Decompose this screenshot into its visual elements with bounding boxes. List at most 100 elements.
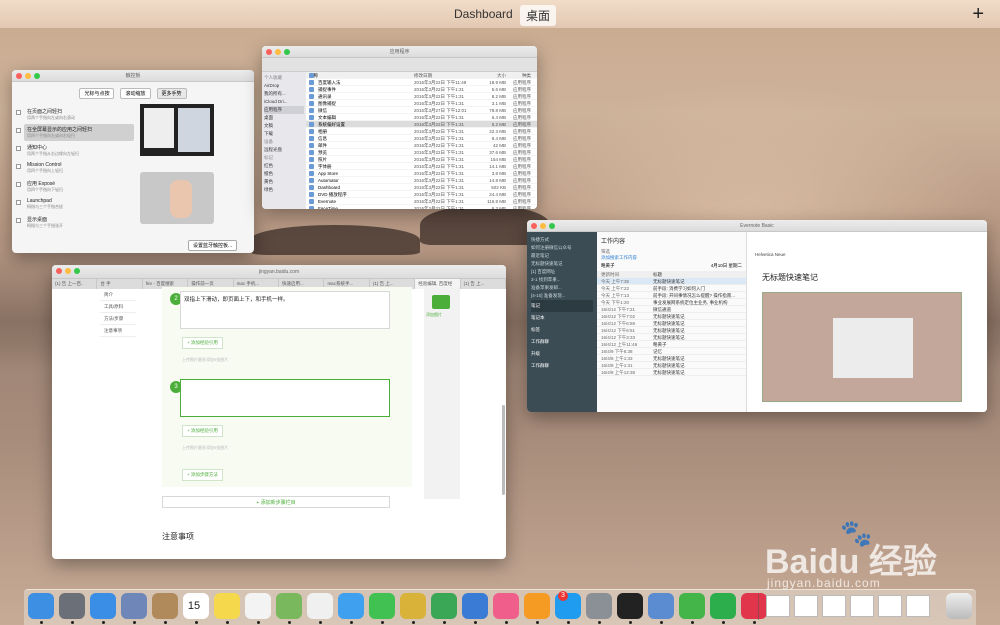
nav-item[interactable]: [1] 百度网址 — [531, 268, 593, 276]
minimized-window[interactable] — [906, 595, 930, 617]
close-icon[interactable] — [266, 49, 272, 55]
table-row[interactable]: 捕捉事件 2016年3月22日 下午1:31 5.6 MB 应用程序 — [306, 86, 537, 93]
sidebar-item-apps[interactable]: 应用程序 — [264, 106, 304, 114]
add-reference-button[interactable]: + 添加经验引用 — [182, 337, 223, 349]
notebook-name[interactable]: 工作内容 — [597, 232, 746, 249]
checkbox[interactable] — [16, 146, 21, 151]
table-row[interactable]: 字体册 2016年3月22日 下午1:31 14.1 MB 应用程序 — [306, 163, 537, 170]
setup-bluetooth-button[interactable]: 设置蓝牙触控板... — [188, 240, 238, 251]
add-reference-button[interactable]: + 添加经验引用 — [182, 425, 223, 437]
nav-item[interactable]: 准备苹果发邮... — [531, 284, 593, 292]
checkbox[interactable] — [16, 128, 21, 133]
zoom-icon[interactable] — [284, 49, 290, 55]
minimized-window[interactable] — [766, 595, 790, 617]
safari-icon[interactable] — [90, 593, 116, 619]
minimized-window[interactable] — [878, 595, 902, 617]
sidebar-tag-green[interactable]: 绿色 — [264, 186, 304, 194]
close-icon[interactable] — [56, 268, 62, 274]
sidebar-tag-orange[interactable]: 橙色 — [264, 170, 304, 178]
minimize-icon[interactable] — [65, 268, 71, 274]
table-row[interactable]: 相册 2016年3月22日 下午1:31 22.3 MB 应用程序 — [306, 128, 537, 135]
table-row[interactable]: Dashboard 2016年3月22日 下午1:31 502 KB 应用程序 — [306, 184, 537, 191]
finder-window[interactable]: 应用程序 个人收藏 AirDrop 我的所有... iCloud Dri... … — [262, 46, 537, 209]
browser-window[interactable]: jingyan.baidu.com (1) 告 上一百.. 台 手 fire - 百… — [52, 265, 506, 559]
table-row[interactable]: 系统偏好设置 2016年3月22日 下午1:31 5.2 MB 应用程序 — [306, 121, 537, 128]
maps-icon[interactable] — [276, 593, 302, 619]
sidebar-item-desktop[interactable]: 桌面 — [264, 114, 304, 122]
nav-item[interactable]: 如何注册微信公众号 — [531, 244, 593, 252]
minimized-window[interactable] — [850, 595, 874, 617]
table-row[interactable]: 照片 2016年3月22日 下午1:31 154 MB 应用程序 — [306, 156, 537, 163]
finder-icon[interactable] — [28, 593, 54, 619]
note-row[interactable]: 16/4/12 下午3:33 无标题快速笔记 — [597, 334, 746, 341]
space-desktop[interactable]: 桌面 — [520, 5, 557, 26]
sidebar-item-downloads[interactable]: 下载 — [264, 130, 304, 138]
table-row[interactable]: 预览 2016年3月22日 下午1:31 37.6 MB 应用程序 — [306, 149, 537, 156]
note-row[interactable]: 今天 上午7:22 前手段: 消费学习如何入门 — [597, 285, 746, 292]
gesture-item[interactable]: Mission Control 用四个手指向上轻扫 — [16, 160, 134, 176]
note-editor[interactable]: Helvetica Neue 无标题快速笔记 — [747, 232, 987, 412]
col-title[interactable]: 标题 — [653, 271, 746, 277]
minimize-icon[interactable] — [25, 73, 31, 79]
notes-icon[interactable] — [214, 593, 240, 619]
note-title[interactable]: 无标题快速笔记 — [762, 272, 818, 283]
col-name[interactable]: 名称 — [306, 72, 414, 78]
contacts-icon[interactable] — [152, 593, 178, 619]
trackpad-prefs-window[interactable]: 触控板 光标与点按 滚动缩放 更多手势 在页面之间轻扫 用两个手指向左或向右滚动 … — [12, 70, 254, 253]
numbers-icon[interactable] — [431, 593, 457, 619]
gesture-item[interactable]: 显示桌面 拇指与三个手指张开 — [16, 214, 134, 231]
window-controls[interactable] — [56, 268, 80, 274]
nav-item[interactable]: 最近笔记 — [531, 252, 593, 260]
nav-item[interactable]: 笔记 — [531, 300, 593, 312]
note-row[interactable]: 16/4/9 下午6:38 记忆 — [597, 348, 746, 355]
zoom-icon[interactable] — [549, 223, 555, 229]
menu-tools[interactable]: 工具/原料 — [100, 301, 136, 313]
table-row[interactable]: 邮件 2016年3月22日 下午1:31 42 MB 应用程序 — [306, 142, 537, 149]
add-list-button[interactable]: + 添加步骤方法 — [182, 469, 223, 481]
note-row[interactable]: 今天 上午7:13 前手段: 开同事情况怎么提醒? 操作指南... — [597, 292, 746, 299]
sidebar-item-documents[interactable]: 文稿 — [264, 122, 304, 130]
qq-icon[interactable] — [617, 593, 643, 619]
photo-preview-icon[interactable] — [121, 593, 147, 619]
window-controls[interactable] — [531, 223, 555, 229]
wechat-icon[interactable] — [679, 593, 705, 619]
menu-notes[interactable]: 注意事项 — [100, 325, 136, 337]
sidebar-tag-red[interactable]: 红色 — [264, 162, 304, 170]
gesture-item[interactable]: 通知中心 用两个手指从右边缘向左轻扫 — [16, 142, 134, 159]
messages-icon[interactable] — [338, 593, 364, 619]
zoom-icon[interactable] — [74, 268, 80, 274]
add-space-button[interactable]: + — [972, 3, 984, 26]
tab-point-click[interactable]: 光标与点按 — [79, 88, 115, 99]
minimized-window[interactable] — [794, 595, 818, 617]
checkbox[interactable] — [16, 164, 21, 169]
evernote-icon[interactable] — [710, 593, 736, 619]
table-row[interactable]: 百度输入法 2016年3月22日 下午11:49 18.9 MB 应用程序 — [306, 79, 537, 86]
close-icon[interactable] — [16, 73, 22, 79]
menu-intro[interactable]: 简介 — [100, 289, 136, 301]
minimize-icon[interactable] — [275, 49, 281, 55]
scrollbar[interactable] — [502, 405, 505, 495]
note-row[interactable]: 16/4/12 下午7:02 无标题快速笔记 — [597, 313, 746, 320]
nav-item[interactable]: [4-10] 准备发现... — [531, 292, 593, 300]
nav-item[interactable]: 升级 — [531, 348, 593, 360]
note-row[interactable]: 16/4/8 上午1:31 无标题快速笔记 — [597, 362, 746, 369]
evernote-window[interactable]: Evernote Basic 快捷方式 如何注册微信公众号 最近笔记 无标题快速笔记[… — [527, 220, 987, 412]
table-row[interactable]: 微信 2016年3月27日 下午12:01 78.8 MB 应用程序 — [306, 107, 537, 114]
nav-item[interactable]: 工作群聊 — [531, 360, 593, 372]
note-row[interactable]: 16/4/8 上午12:38 无标题快速笔记 — [597, 369, 746, 376]
facetime-icon[interactable] — [369, 593, 395, 619]
table-row[interactable]: 文本编辑 2016年3月22日 下午1:31 6.4 MB 应用程序 — [306, 114, 537, 121]
launchpad-icon[interactable] — [59, 593, 85, 619]
keynote-icon[interactable] — [400, 593, 426, 619]
space-dashboard[interactable]: Dashboard — [448, 5, 519, 23]
checkbox[interactable] — [16, 182, 21, 187]
table-row[interactable]: 图像捕捉 2016年3月22日 下午1:31 3.1 MB 应用程序 — [306, 100, 537, 107]
nav-item[interactable]: 无标题快速笔记 — [531, 260, 593, 268]
table-row[interactable]: 信息 2016年3月22日 下午1:31 8.4 MB 应用程序 — [306, 135, 537, 142]
browser-tab[interactable]: (1) 告 上一百.. — [52, 279, 98, 289]
checkbox[interactable] — [16, 218, 21, 223]
close-icon[interactable] — [531, 223, 537, 229]
table-row[interactable]: App Store 2016年3月22日 下午1:31 3.8 MB 应用程序 — [306, 170, 537, 177]
col-date[interactable]: 修改日期 — [414, 72, 476, 78]
note-row[interactable]: 16/4/8 上午1:33 无标题快速笔记 — [597, 355, 746, 362]
